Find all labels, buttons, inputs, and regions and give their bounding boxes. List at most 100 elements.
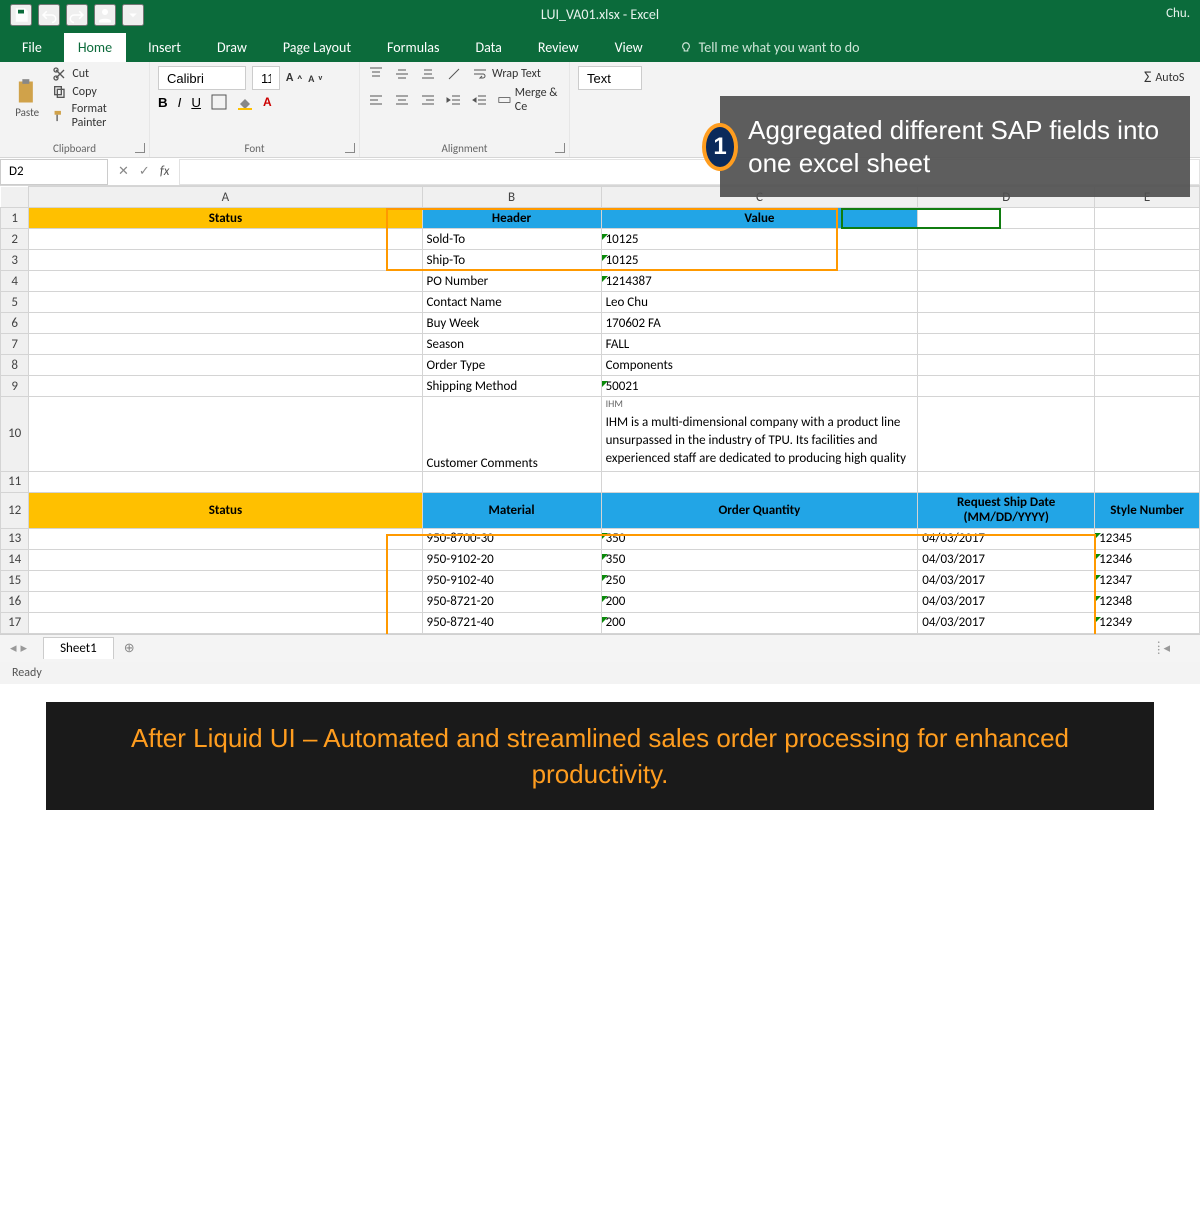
select-all-corner[interactable] xyxy=(1,187,29,208)
cell[interactable]: 950-8721-20 xyxy=(422,591,601,612)
sheet-nav-prev[interactable]: ◂ xyxy=(10,641,17,656)
cell[interactable]: Ship-To xyxy=(422,250,601,271)
cell[interactable] xyxy=(29,250,422,271)
cell[interactable] xyxy=(918,250,1095,271)
hdr-value[interactable]: Value xyxy=(601,208,918,229)
cell[interactable]: 04/03/2017 xyxy=(918,612,1095,633)
tab-view[interactable]: View xyxy=(601,33,657,62)
cell[interactable]: 170602 FA xyxy=(601,313,918,334)
account-name[interactable]: Chu. xyxy=(1166,6,1190,21)
font-name-select[interactable] xyxy=(158,66,246,90)
row-header[interactable]: 5 xyxy=(1,292,29,313)
hdr-status[interactable]: Status xyxy=(29,208,422,229)
new-sheet-button[interactable]: ⊕ xyxy=(124,641,135,656)
cell[interactable]: Sold-To xyxy=(422,229,601,250)
cell[interactable] xyxy=(1095,250,1200,271)
paste-button[interactable]: Paste xyxy=(8,69,46,127)
font-size-select[interactable] xyxy=(252,66,280,90)
row-header[interactable]: 9 xyxy=(1,376,29,397)
cell[interactable] xyxy=(918,208,1095,229)
cell[interactable] xyxy=(29,528,422,549)
hdr2-material[interactable]: Material xyxy=(422,492,601,528)
cell[interactable]: 12348 xyxy=(1095,591,1200,612)
cell[interactable]: Components xyxy=(601,355,918,376)
tab-insert[interactable]: Insert xyxy=(134,33,195,62)
cell[interactable] xyxy=(918,313,1095,334)
cell[interactable]: Leo Chu xyxy=(601,292,918,313)
cell[interactable]: Order Type xyxy=(422,355,601,376)
row-header[interactable]: 8 xyxy=(1,355,29,376)
cell[interactable]: 12345 xyxy=(1095,528,1200,549)
cell[interactable]: 350 xyxy=(601,528,918,549)
underline-button[interactable]: U xyxy=(191,95,201,110)
cell[interactable] xyxy=(918,334,1095,355)
tab-file[interactable]: File xyxy=(8,33,56,62)
align-bottom-icon[interactable] xyxy=(420,66,436,82)
cell[interactable] xyxy=(1095,313,1200,334)
cancel-icon[interactable]: ✕ xyxy=(118,164,129,179)
tab-data[interactable]: Data xyxy=(461,33,515,62)
cell[interactable] xyxy=(1095,355,1200,376)
align-center-icon[interactable] xyxy=(394,92,410,108)
tab-home[interactable]: Home xyxy=(64,33,126,62)
tab-review[interactable]: Review xyxy=(524,33,593,62)
cell[interactable]: 950-8721-40 xyxy=(422,612,601,633)
align-right-icon[interactable] xyxy=(420,92,436,108)
cell[interactable]: 12349 xyxy=(1095,612,1200,633)
enter-icon[interactable]: ✓ xyxy=(139,164,150,179)
cell[interactable] xyxy=(29,397,422,472)
cell[interactable] xyxy=(601,471,918,492)
copy-button[interactable]: Copy xyxy=(52,84,141,100)
align-middle-icon[interactable] xyxy=(394,66,410,82)
cell[interactable]: 04/03/2017 xyxy=(918,570,1095,591)
cell[interactable] xyxy=(29,313,422,334)
autosum-button[interactable]: Σ AutoS xyxy=(1144,68,1196,87)
cell[interactable]: 950-9102-20 xyxy=(422,549,601,570)
tab-formulas[interactable]: Formulas xyxy=(373,33,453,62)
row-header[interactable]: 2 xyxy=(1,229,29,250)
hdr2-style[interactable]: Style Number xyxy=(1095,492,1200,528)
cell[interactable]: 950-8700-30 xyxy=(422,528,601,549)
decrease-font-icon[interactable]: Av xyxy=(308,72,322,85)
cell[interactable] xyxy=(1095,229,1200,250)
cell[interactable]: Customer Comments xyxy=(422,397,601,472)
cell[interactable] xyxy=(29,229,422,250)
col-header-A[interactable]: A xyxy=(29,187,422,208)
cell[interactable]: 04/03/2017 xyxy=(918,549,1095,570)
cell[interactable] xyxy=(29,292,422,313)
cell[interactable] xyxy=(29,570,422,591)
sheet-nav-next[interactable]: ▸ xyxy=(21,641,28,656)
cell[interactable]: Buy Week xyxy=(422,313,601,334)
alignment-launcher[interactable] xyxy=(555,143,565,153)
cell[interactable] xyxy=(29,471,422,492)
fx-icon[interactable]: fx xyxy=(160,164,170,179)
align-top-icon[interactable] xyxy=(368,66,384,82)
tab-page-layout[interactable]: Page Layout xyxy=(269,33,365,62)
row-header[interactable]: 3 xyxy=(1,250,29,271)
spreadsheet[interactable]: A B C D E 1 Status Header Value 2Sold-To… xyxy=(0,186,1200,634)
wrap-text-button[interactable]: Wrap Text xyxy=(472,66,541,82)
bold-button[interactable]: B xyxy=(158,95,168,110)
decrease-indent-icon[interactable] xyxy=(446,92,462,108)
cell[interactable]: PO Number xyxy=(422,271,601,292)
cell[interactable]: 200 xyxy=(601,612,918,633)
cell[interactable]: Season xyxy=(422,334,601,355)
cell[interactable] xyxy=(1095,271,1200,292)
cell[interactable] xyxy=(29,612,422,633)
cell[interactable] xyxy=(918,355,1095,376)
cell[interactable]: 04/03/2017 xyxy=(918,591,1095,612)
tab-draw[interactable]: Draw xyxy=(203,33,261,62)
increase-indent-icon[interactable] xyxy=(472,92,488,108)
row-header[interactable]: 6 xyxy=(1,313,29,334)
cell[interactable]: 10125 xyxy=(601,229,918,250)
cell[interactable] xyxy=(29,376,422,397)
cell[interactable]: Contact Name xyxy=(422,292,601,313)
row-header[interactable]: 1 xyxy=(1,208,29,229)
row-header[interactable]: 14 xyxy=(1,549,29,570)
cell[interactable] xyxy=(422,471,601,492)
hdr-header[interactable]: Header xyxy=(422,208,601,229)
clipboard-launcher[interactable] xyxy=(135,143,145,153)
cut-button[interactable]: Cut xyxy=(52,66,141,82)
cell[interactable]: 12347 xyxy=(1095,570,1200,591)
name-box[interactable]: D2 xyxy=(0,159,108,185)
